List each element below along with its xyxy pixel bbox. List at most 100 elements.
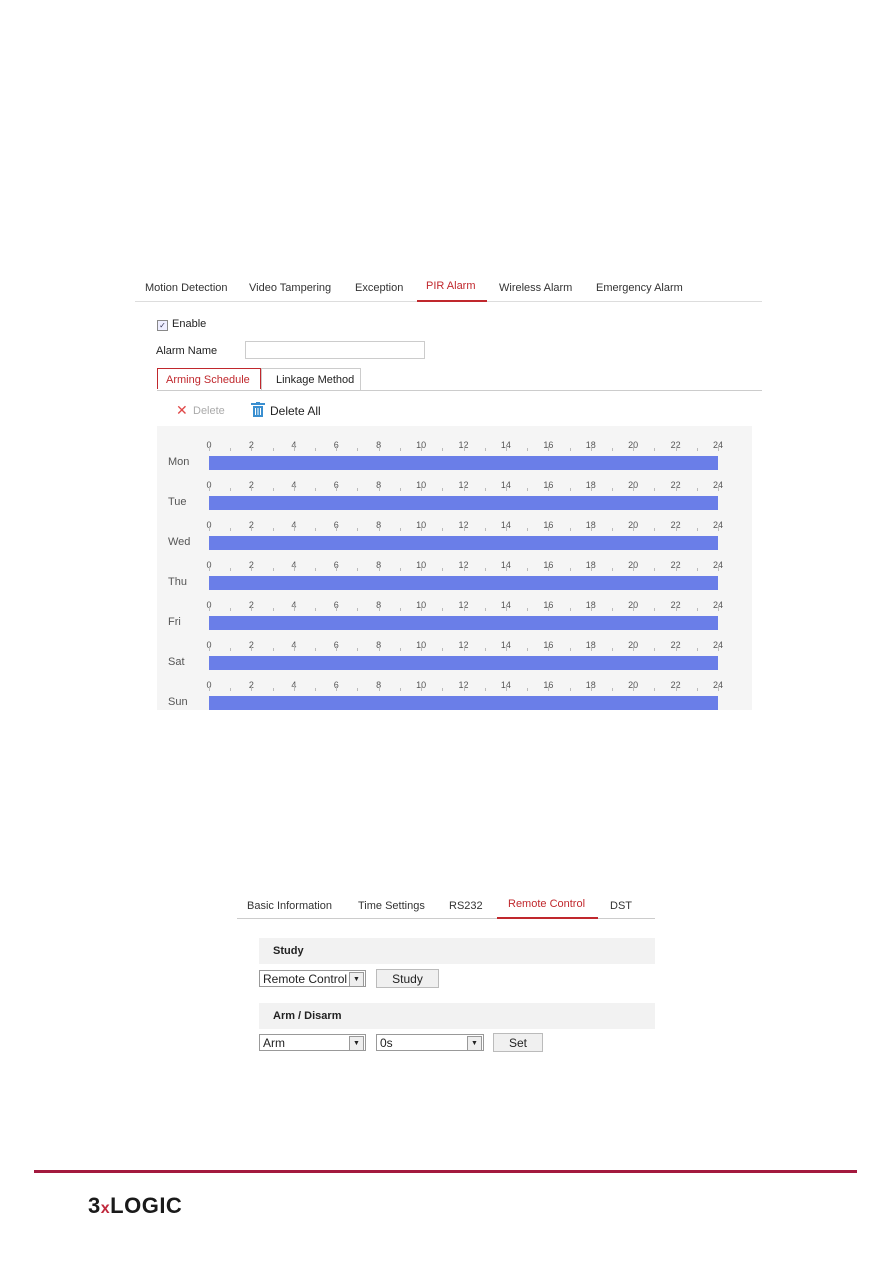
- hour-tick: [209, 486, 210, 491]
- tab-pir-alarm[interactable]: PIR Alarm: [426, 280, 476, 292]
- hour-tick: [527, 688, 529, 691]
- hour-tick: [272, 488, 274, 491]
- hour-tick: [569, 528, 571, 531]
- hour-tick: [548, 606, 550, 611]
- study-select[interactable]: Remote Control ▼: [259, 970, 366, 987]
- hour-tick: [696, 568, 698, 571]
- tab-remote-control[interactable]: Remote Control: [508, 898, 585, 910]
- hour-tick: [251, 446, 253, 451]
- hour-tick: [378, 606, 380, 611]
- hour-tick: [675, 606, 677, 611]
- hour-tick: [336, 566, 338, 571]
- hour-tick: [484, 448, 486, 451]
- alarm-tab-bar: Motion Detection Video Tampering Excepti…: [135, 278, 762, 302]
- hour-tick: [272, 608, 274, 611]
- armed-time-bar[interactable]: [209, 656, 718, 670]
- hour-tick: [675, 566, 677, 571]
- active-tab-underline: [497, 917, 598, 919]
- study-button[interactable]: Study: [376, 969, 439, 988]
- hour-tick: [633, 526, 635, 531]
- hour-tick: [315, 568, 317, 571]
- hour-tick: [399, 528, 401, 531]
- chevron-down-icon: ▼: [467, 1036, 482, 1051]
- hour-tick: [505, 526, 507, 531]
- hour-tick: [590, 686, 592, 691]
- tab-linkage-method[interactable]: Linkage Method: [261, 368, 361, 390]
- hour-tick: [293, 606, 295, 611]
- tab-exception[interactable]: Exception: [355, 282, 403, 294]
- armed-time-bar[interactable]: [209, 696, 718, 710]
- tab-arming-schedule[interactable]: Arming Schedule: [157, 368, 261, 389]
- arm-select-value: Arm: [263, 1036, 285, 1050]
- hour-tick: [590, 646, 592, 651]
- hour-tick: [463, 446, 465, 451]
- hour-tick: [548, 686, 550, 691]
- footer-rule: [34, 1170, 857, 1173]
- hour-tick: [654, 608, 656, 611]
- hour-tick: [378, 566, 380, 571]
- hour-tick: [484, 568, 486, 571]
- hour-tick: [357, 448, 359, 451]
- hour-tick: [315, 648, 317, 651]
- armed-time-bar[interactable]: [209, 456, 718, 470]
- enable-checkbox[interactable]: ✓: [157, 320, 168, 331]
- hour-tick: [633, 566, 635, 571]
- delay-select[interactable]: 0s ▼: [376, 1034, 484, 1051]
- hour-tick: [230, 528, 232, 531]
- chevron-down-icon: ▼: [349, 1036, 364, 1051]
- hour-tick: [590, 566, 592, 571]
- tab-video-tampering[interactable]: Video Tampering: [249, 282, 331, 294]
- armed-time-bar[interactable]: [209, 536, 718, 550]
- day-label: Wed: [168, 536, 191, 548]
- hour-tick: [272, 528, 274, 531]
- hour-tick: [442, 568, 444, 571]
- remote-tab-bar: Basic Information Time Settings RS232 Re…: [237, 896, 655, 919]
- hour-tick: [484, 688, 486, 691]
- armed-time-bar[interactable]: [209, 616, 718, 630]
- tab-dst[interactable]: DST: [610, 900, 632, 912]
- tab-time-settings[interactable]: Time Settings: [358, 900, 425, 912]
- tab-basic-information[interactable]: Basic Information: [247, 900, 332, 912]
- tab-rs232[interactable]: RS232: [449, 900, 483, 912]
- enable-label: Enable: [172, 318, 207, 330]
- delete-all-button[interactable]: Delete All: [270, 404, 321, 418]
- hour-tick: [251, 686, 253, 691]
- hour-tick: [633, 686, 635, 691]
- arm-select[interactable]: Arm ▼: [259, 1034, 366, 1051]
- hour-tick: [675, 526, 677, 531]
- tab-motion-detection[interactable]: Motion Detection: [145, 282, 228, 294]
- hour-tick: [442, 648, 444, 651]
- arming-schedule-grid[interactable]: Mon 0 2 4 6 8 10 12 14 16 18 20 22 24 Tue 0 2 4 6 8 10 12 14 16…: [157, 426, 752, 710]
- hour-tick: [293, 526, 295, 531]
- hour-tick: [675, 486, 677, 491]
- armed-time-bar[interactable]: [209, 496, 718, 510]
- hour-tick: [421, 446, 423, 451]
- hour-tick: [357, 688, 359, 691]
- hour-tick: [336, 686, 338, 691]
- hour-tick: [654, 568, 656, 571]
- tab-wireless-alarm[interactable]: Wireless Alarm: [499, 282, 572, 294]
- hour-tick: [611, 488, 613, 491]
- hour-tick: [315, 528, 317, 531]
- armed-time-bar[interactable]: [209, 576, 718, 590]
- hour-tick: [590, 486, 592, 491]
- hour-tick: [505, 566, 507, 571]
- hour-tick: [230, 608, 232, 611]
- tab-emergency-alarm[interactable]: Emergency Alarm: [596, 282, 683, 294]
- hour-tick: [315, 488, 317, 491]
- hour-tick: [696, 688, 698, 691]
- hour-tick: [611, 688, 613, 691]
- hour-tick: [378, 446, 380, 451]
- set-button[interactable]: Set: [493, 1033, 543, 1052]
- hour-tick: [611, 528, 613, 531]
- hour-tick: [569, 448, 571, 451]
- delete-button[interactable]: Delete: [193, 405, 225, 417]
- hour-tick: [209, 646, 210, 651]
- hour-tick: [696, 608, 698, 611]
- hour-tick: [230, 448, 232, 451]
- alarm-name-input[interactable]: [245, 341, 425, 359]
- day-label: Tue: [168, 496, 187, 508]
- hour-tick: [272, 568, 274, 571]
- hour-tick: [230, 568, 232, 571]
- hour-tick: [421, 646, 423, 651]
